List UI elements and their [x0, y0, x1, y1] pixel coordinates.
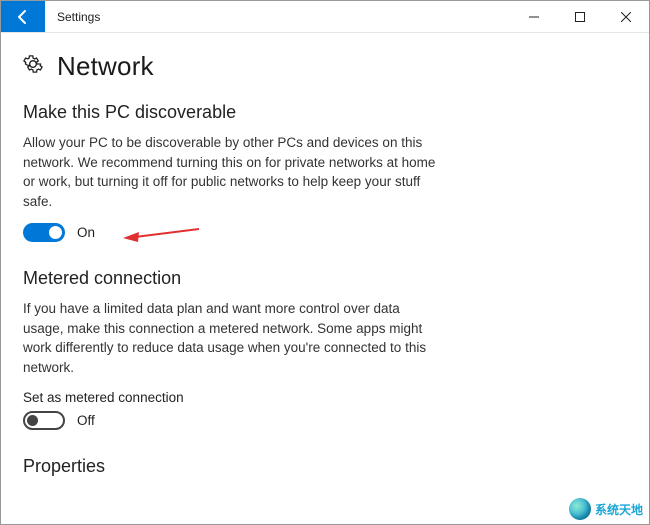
window-controls: [511, 1, 649, 32]
metered-description: If you have a limited data plan and want…: [23, 299, 443, 377]
back-button[interactable]: [1, 1, 45, 32]
watermark-text: 系统天地: [595, 501, 643, 518]
discoverable-toggle[interactable]: [23, 223, 65, 242]
section-title-discoverable: Make this PC discoverable: [23, 102, 627, 123]
arrow-left-icon: [15, 9, 31, 25]
metered-toggle-row: Off: [23, 411, 627, 430]
maximize-icon: [575, 12, 585, 22]
discoverable-toggle-row: On: [23, 223, 627, 242]
page-header: Network: [23, 51, 627, 82]
metered-toggle-label: Off: [77, 413, 95, 428]
metered-sub-label: Set as metered connection: [23, 390, 627, 405]
window-title: Settings: [45, 1, 511, 32]
globe-icon: [569, 498, 591, 520]
close-icon: [621, 12, 631, 22]
discoverable-description: Allow your PC to be discoverable by othe…: [23, 133, 443, 211]
title-bar: Settings: [1, 1, 649, 33]
annotation-arrow-icon: [121, 225, 201, 243]
minimize-icon: [529, 12, 539, 22]
section-title-properties: Properties: [23, 456, 627, 477]
content-area: Network Make this PC discoverable Allow …: [1, 33, 649, 477]
section-title-metered: Metered connection: [23, 268, 627, 289]
gear-icon: [23, 54, 43, 79]
watermark: 系统天地: [569, 498, 643, 520]
discoverable-toggle-label: On: [77, 225, 95, 240]
minimize-button[interactable]: [511, 1, 557, 32]
close-button[interactable]: [603, 1, 649, 32]
metered-toggle[interactable]: [23, 411, 65, 430]
page-title: Network: [57, 51, 154, 82]
maximize-button[interactable]: [557, 1, 603, 32]
